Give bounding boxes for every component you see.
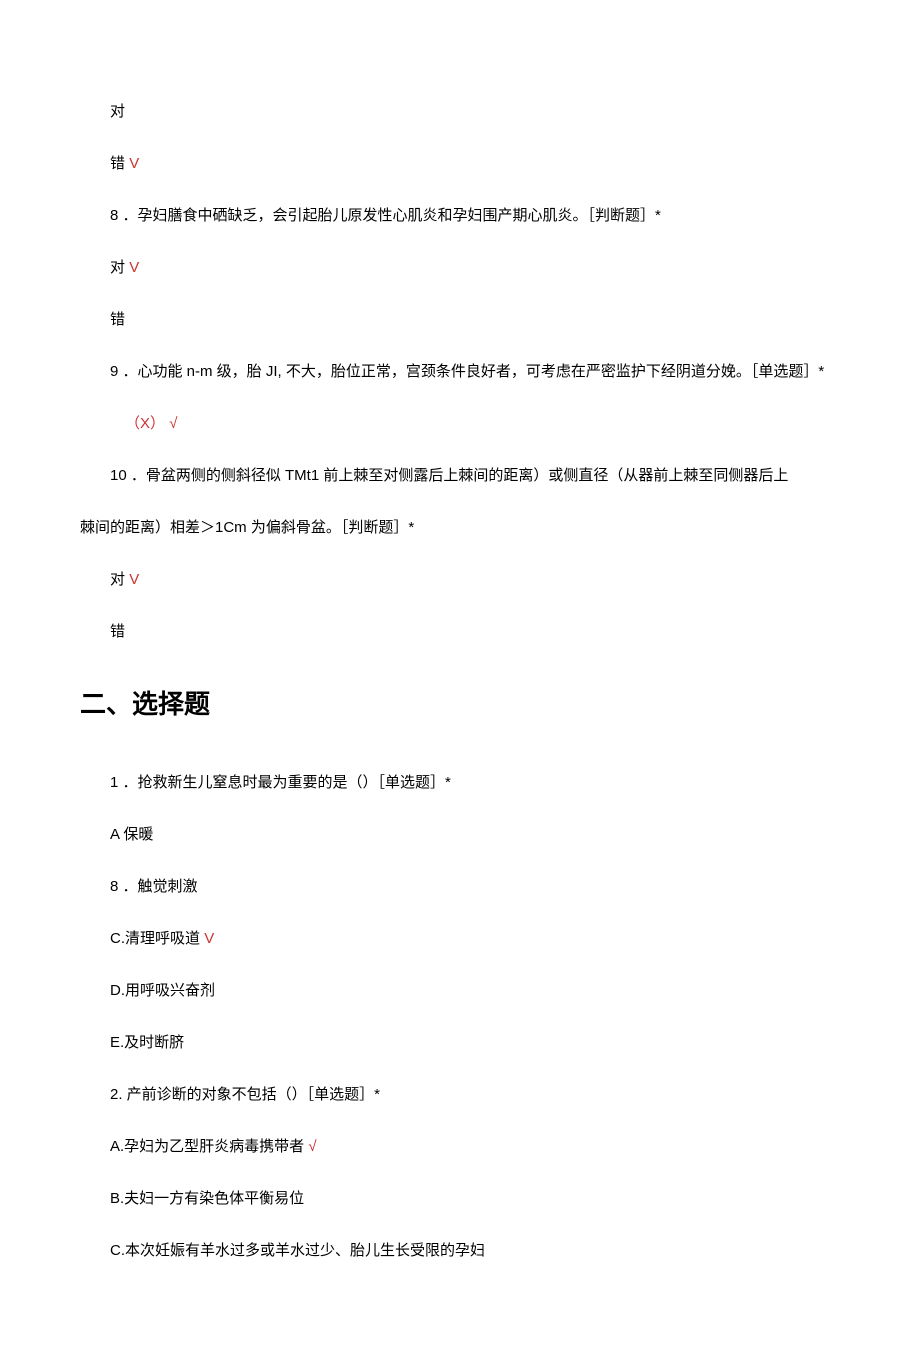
q8-text: 8 ．孕妇膳食中硒缺乏，会引起胎儿原发性心肌炎和孕妇围产期心肌炎。［判断题］* bbox=[80, 204, 840, 228]
mc-q1-optE: E.及时断脐 bbox=[80, 1031, 840, 1055]
text: 错 bbox=[110, 311, 125, 328]
text: 对 bbox=[110, 103, 125, 120]
text: C.本次妊娠有羊水过多或羊水过少、胎儿生长受限的孕妇 bbox=[110, 1242, 485, 1259]
q10-opt-true: 对 V bbox=[80, 568, 840, 592]
text: 10 ．骨盆两侧的侧斜径似 TMt1 前上棘至对侧露后上棘间的距离）或侧直径（从… bbox=[110, 467, 788, 484]
text: 8 ．孕妇膳食中硒缺乏，会引起胎儿原发性心肌炎和孕妇围产期心肌炎。［判断题］* bbox=[110, 207, 661, 224]
check-mark-icon: V bbox=[129, 571, 139, 588]
mc-q1-text: 1 ．抢救新生儿窒息时最为重要的是（）［单选题］* bbox=[80, 771, 840, 795]
text: 1 ．抢救新生儿窒息时最为重要的是（）［单选题］* bbox=[110, 774, 451, 791]
check-mark-icon: V bbox=[129, 155, 139, 172]
section-2-heading: 二、选择题 bbox=[80, 684, 840, 726]
q10-opt-false: 错 bbox=[80, 620, 840, 644]
q8-opt-true: 对 V bbox=[80, 256, 840, 280]
heading-text: 二、选择题 bbox=[80, 689, 210, 719]
text: 2. 产前诊断的对象不包括（）［单选题］* bbox=[110, 1086, 380, 1103]
check-mark-icon: √ bbox=[169, 415, 177, 432]
q7-opt-false: 错 V bbox=[80, 152, 840, 176]
text: 9 ．心功能 n-m 级，胎 JI, 不大，胎位正常，宫颈条件良好者，可考虑在严… bbox=[110, 363, 824, 380]
q7-opt-true: 对 bbox=[80, 100, 840, 124]
mc-q1-opt8: 8 ．触觉刺激 bbox=[80, 875, 840, 899]
text: 棘间的距离）相差＞1Cm 为偏斜骨盆。［判断题］* bbox=[80, 519, 414, 536]
check-mark-icon: V bbox=[204, 930, 214, 947]
mc-q1-optA: A 保暖 bbox=[80, 823, 840, 847]
check-mark-icon: V bbox=[129, 259, 139, 276]
text: B.夫妇一方有染色体平衡易位 bbox=[110, 1190, 304, 1207]
text: 错 bbox=[110, 155, 125, 172]
mc-q2-optC: C.本次妊娠有羊水过多或羊水过少、胎儿生长受限的孕妇 bbox=[80, 1239, 840, 1263]
mc-q2-text: 2. 产前诊断的对象不包括（）［单选题］* bbox=[80, 1083, 840, 1107]
text: 对 bbox=[110, 571, 125, 588]
mc-q2-optB: B.夫妇一方有染色体平衡易位 bbox=[80, 1187, 840, 1211]
q10-text-line2: 棘间的距离）相差＞1Cm 为偏斜骨盆。［判断题］* bbox=[80, 516, 840, 540]
mc-q1-optD: D.用呼吸兴奋剂 bbox=[80, 979, 840, 1003]
text: D.用呼吸兴奋剂 bbox=[110, 982, 215, 999]
text: 错 bbox=[110, 623, 125, 640]
q8-opt-false: 错 bbox=[80, 308, 840, 332]
text: A 保暖 bbox=[110, 826, 153, 843]
mc-q2-optA: A.孕妇为乙型肝炎病毒携带者 √ bbox=[80, 1135, 840, 1159]
text: E.及时断脐 bbox=[110, 1034, 184, 1051]
document-page: 对 错 V 8 ．孕妇膳食中硒缺乏，会引起胎儿原发性心肌炎和孕妇围产期心肌炎。［… bbox=[0, 0, 920, 1351]
text: 8 ．触觉刺激 bbox=[110, 878, 198, 895]
q9-answer: （X） √ bbox=[80, 412, 840, 436]
text: C.清理呼吸道 bbox=[110, 930, 200, 947]
q9-text: 9 ．心功能 n-m 级，胎 JI, 不大，胎位正常，宫颈条件良好者，可考虑在严… bbox=[80, 360, 840, 384]
answer-prefix: （X） bbox=[125, 415, 165, 432]
text: A.孕妇为乙型肝炎病毒携带者 bbox=[110, 1138, 308, 1155]
check-mark-icon: √ bbox=[308, 1138, 316, 1155]
text: 对 bbox=[110, 259, 125, 276]
q10-text-line1: 10 ．骨盆两侧的侧斜径似 TMt1 前上棘至对侧露后上棘间的距离）或侧直径（从… bbox=[80, 464, 840, 488]
mc-q1-optC: C.清理呼吸道 V bbox=[80, 927, 840, 951]
